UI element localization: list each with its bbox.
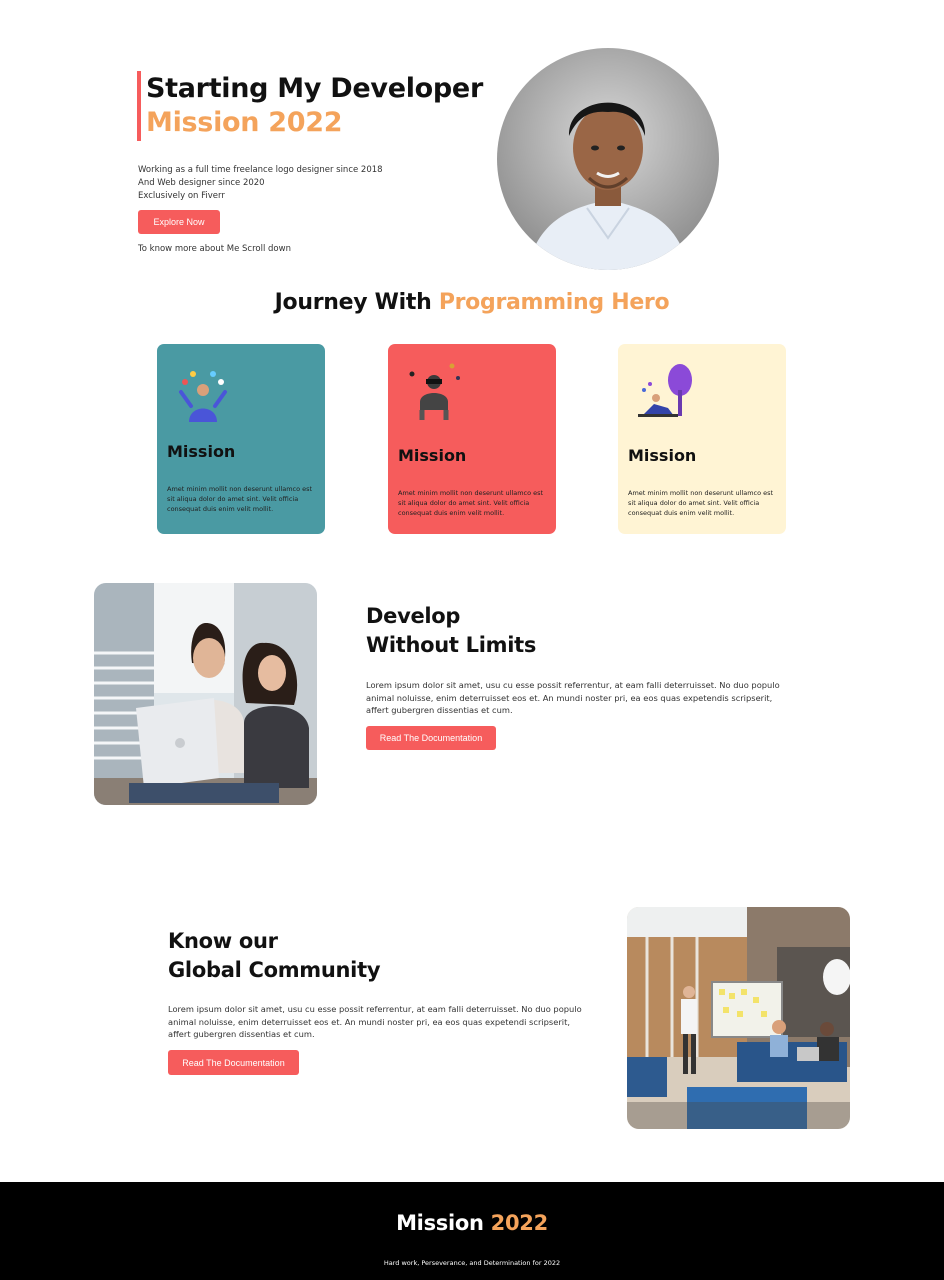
footer-title-part1: Mission	[396, 1211, 491, 1235]
footer-tagline: Hard work, Perseverance, and Determinati…	[383, 1259, 561, 1267]
juggling-person-illustration	[173, 362, 233, 422]
footer-title: Mission 2022	[0, 1211, 944, 1235]
read-documentation-button[interactable]: Read The Documentation	[168, 1050, 299, 1075]
card-title: Mission	[398, 446, 467, 465]
person-under-tree-illustration	[634, 362, 694, 422]
journey-title-part2: Programming Hero	[438, 290, 670, 315]
hero-title-line2: Mission 2022	[146, 107, 343, 138]
card-text: Amet minim mollit non deserunt ullamco e…	[167, 485, 313, 513]
develop-title: Develop Without Limits	[366, 602, 536, 660]
develop-title-line2: Without Limits	[366, 633, 537, 657]
mission-card: Mission Amet minim mollit non deserunt u…	[618, 344, 786, 534]
community-title: Know our Global Community	[168, 927, 381, 985]
women-with-laptop-photo	[94, 583, 317, 805]
hero-title: Starting My Developer Mission 2022	[146, 72, 483, 140]
develop-title-line1: Develop	[366, 604, 461, 628]
card-title: Mission	[628, 446, 697, 465]
profile-photo	[497, 48, 719, 270]
vr-person-illustration	[404, 362, 464, 422]
community-text: Lorem ipsum dolor sit amet, usu cu esse …	[168, 1004, 582, 1039]
community-title-line1: Know our	[168, 929, 278, 953]
hero-desc-line: Working as a full time freelance logo de…	[138, 165, 383, 175]
community-title-line2: Global Community	[168, 958, 381, 982]
card-text: Amet minim mollit non deserunt ullamco e…	[628, 489, 774, 517]
mission-card: Mission Amet minim mollit non deserunt u…	[388, 344, 556, 534]
read-documentation-button[interactable]: Read The Documentation	[366, 726, 496, 750]
hero-desc-line: Exclusively on Fiverr	[138, 191, 225, 201]
journey-title-part1: Journey With	[274, 290, 439, 315]
card-title: Mission	[167, 442, 236, 461]
develop-text: Lorem ipsum dolor sit amet, usu cu esse …	[366, 680, 780, 715]
mission-card: Mission Amet minim mollit non deserunt u…	[157, 344, 325, 534]
footer: Mission 2022 Hard work, Perseverance, an…	[0, 1182, 944, 1280]
hero-description: Working as a full time freelance logo de…	[138, 164, 398, 203]
hero-desc-line: And Web designer since 2020	[138, 178, 265, 188]
journey-section-title: Journey With Programming Hero	[0, 290, 944, 315]
explore-now-button[interactable]: Explore Now	[138, 210, 220, 234]
card-text: Amet minim mollit non deserunt ullamco e…	[398, 489, 544, 517]
team-meeting-photo	[627, 907, 850, 1129]
scroll-note: To know more about Me Scroll down	[138, 244, 291, 254]
hero-title-line1: Starting My Developer	[146, 73, 483, 104]
footer-title-part2: 2022	[490, 1211, 549, 1235]
hero-accent-bar	[137, 71, 141, 141]
